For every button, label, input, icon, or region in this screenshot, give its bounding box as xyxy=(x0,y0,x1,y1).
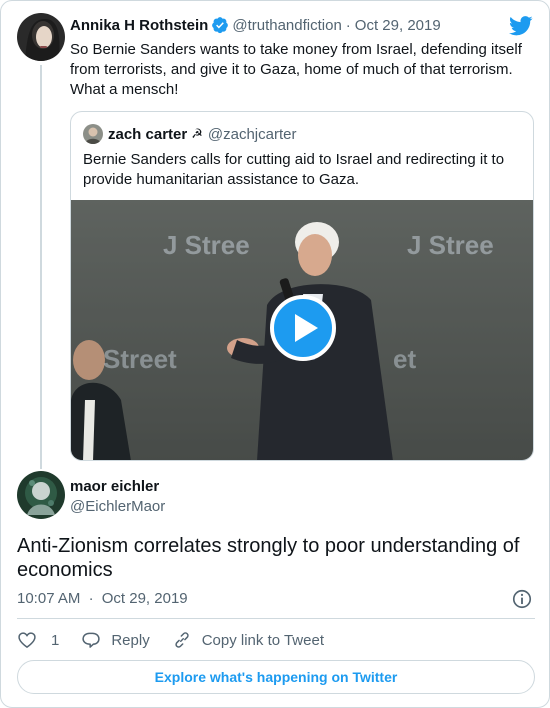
copy-link-label: Copy link to Tweet xyxy=(201,631,324,649)
heart-icon xyxy=(18,632,36,649)
reply-time: 10:07 AM xyxy=(17,590,81,607)
tweet-embed-card: Annika H Rothstein @truthandfiction · Oc… xyxy=(0,0,550,708)
backdrop-sign-4: et xyxy=(393,344,417,374)
parent-tweet-header: Annika H Rothstein @truthandfiction · Oc… xyxy=(70,14,540,36)
reply-timestamp[interactable]: 10:07 AM · Oct 29, 2019 xyxy=(17,590,188,607)
quoted-author-avatar xyxy=(83,124,103,144)
hammer-sickle-emoji: ☭ xyxy=(191,126,203,142)
quoted-tweet[interactable]: zach carter ☭ @zachjcarter Bernie Sander… xyxy=(70,111,534,461)
backdrop-sign-1: J Stree xyxy=(163,230,250,260)
quoted-author-handle: @zachjcarter xyxy=(207,125,297,143)
action-bar: 1 Reply Copy link to Tweet xyxy=(17,628,346,652)
quoted-author-name: zach carter xyxy=(108,125,188,143)
verified-badge-icon xyxy=(212,17,229,34)
video-thumbnail[interactable]: J Stree J Stree Street et xyxy=(71,200,533,460)
reply-author-avatar[interactable] xyxy=(17,471,65,519)
parent-author-avatar[interactable] xyxy=(17,13,65,61)
reply-bubble-icon xyxy=(82,632,101,648)
reply-date: Oct 29, 2019 xyxy=(101,590,188,607)
parent-author-handle[interactable]: @truthandfiction xyxy=(232,17,341,34)
quoted-tweet-text: Bernie Sanders calls for cutting aid to … xyxy=(83,151,505,188)
backdrop-sign-2: J Stree xyxy=(407,230,494,260)
link-icon xyxy=(175,632,189,648)
reply-tweet-text: Anti-Zionism correlates strongly to poor… xyxy=(17,535,520,581)
like-button[interactable]: 1 xyxy=(17,630,59,650)
thread-connector-line xyxy=(40,65,42,469)
quoted-tweet-header: zach carter ☭ @zachjcarter xyxy=(83,124,296,144)
twitter-bird-icon[interactable] xyxy=(509,16,533,36)
parent-tweet-text: So Bernie Sanders wants to take money fr… xyxy=(70,41,522,98)
play-icon[interactable] xyxy=(270,295,336,361)
reply-button[interactable]: Reply xyxy=(81,630,150,650)
action-divider xyxy=(17,618,535,619)
parent-tweet-date[interactable]: Oct 29, 2019 xyxy=(355,17,441,34)
timestamp-separator: · xyxy=(88,590,94,607)
header-separator: · xyxy=(345,16,351,34)
info-icon[interactable] xyxy=(511,588,533,610)
backdrop-sign-3: Street xyxy=(103,344,177,374)
reply-author-name[interactable]: maor eichler xyxy=(70,478,159,495)
reply-label: Reply xyxy=(111,631,150,649)
like-count: 1 xyxy=(51,631,60,649)
explore-twitter-button[interactable]: Explore what's happening on Twitter xyxy=(17,660,535,694)
reply-author-handle[interactable]: @EichlerMaor xyxy=(70,498,165,515)
parent-author-name[interactable]: Annika H Rothstein xyxy=(70,17,208,34)
copy-link-button[interactable]: Copy link to Tweet xyxy=(172,630,324,650)
